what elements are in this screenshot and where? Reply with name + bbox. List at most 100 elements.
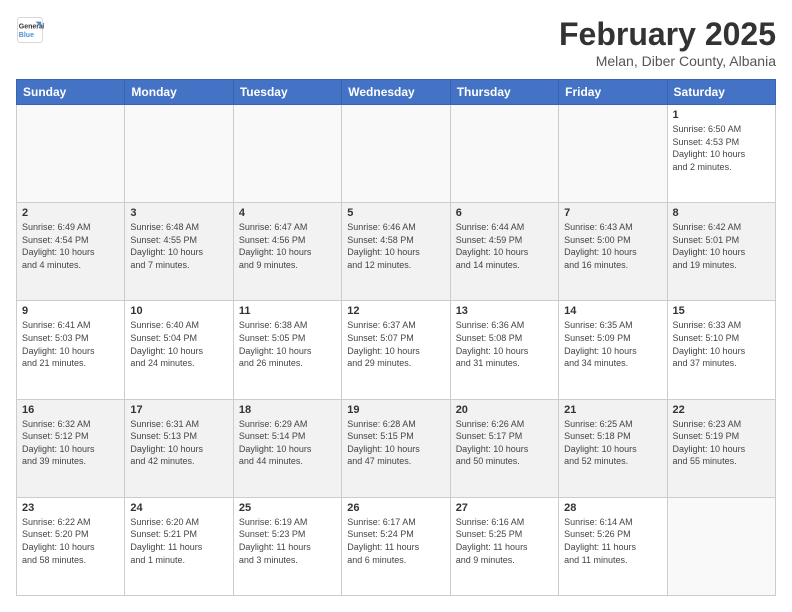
cell-day-number: 17 — [130, 404, 227, 416]
calendar-table: Sunday Monday Tuesday Wednesday Thursday… — [16, 79, 776, 596]
table-row: 22 Sunrise: 6:23 AM Sunset: 5:19 PM Dayli… — [667, 399, 775, 497]
table-row: 3 Sunrise: 6:48 AM Sunset: 4:55 PM Daylig… — [125, 203, 233, 301]
cell-info-text: Sunrise: 6:42 AM Sunset: 5:01 PM Dayligh… — [673, 221, 770, 271]
cell-day-number: 5 — [347, 207, 444, 219]
col-thursday: Thursday — [450, 80, 558, 105]
table-row: 13 Sunrise: 6:36 AM Sunset: 5:08 PM Dayli… — [450, 301, 558, 399]
month-title: February 2025 — [559, 16, 776, 53]
cell-day-number: 6 — [456, 207, 553, 219]
cell-day-number: 15 — [673, 305, 770, 317]
cell-day-number: 18 — [239, 404, 336, 416]
cell-day-number: 28 — [564, 502, 661, 514]
table-row: 26 Sunrise: 6:17 AM Sunset: 5:24 PM Dayli… — [342, 497, 450, 595]
table-row: 15 Sunrise: 6:33 AM Sunset: 5:10 PM Dayli… — [667, 301, 775, 399]
cell-info-text: Sunrise: 6:44 AM Sunset: 4:59 PM Dayligh… — [456, 221, 553, 271]
cell-day-number: 21 — [564, 404, 661, 416]
cell-info-text: Sunrise: 6:46 AM Sunset: 4:58 PM Dayligh… — [347, 221, 444, 271]
cell-info-text: Sunrise: 6:40 AM Sunset: 5:04 PM Dayligh… — [130, 319, 227, 369]
table-row: 11 Sunrise: 6:38 AM Sunset: 5:05 PM Dayli… — [233, 301, 341, 399]
cell-info-text: Sunrise: 6:16 AM Sunset: 5:25 PM Dayligh… — [456, 516, 553, 566]
calendar-week-row: 2 Sunrise: 6:49 AM Sunset: 4:54 PM Daylig… — [17, 203, 776, 301]
cell-day-number: 2 — [22, 207, 119, 219]
table-row: 12 Sunrise: 6:37 AM Sunset: 5:07 PM Dayli… — [342, 301, 450, 399]
table-row — [342, 105, 450, 203]
cell-info-text: Sunrise: 6:28 AM Sunset: 5:15 PM Dayligh… — [347, 418, 444, 468]
table-row: 1 Sunrise: 6:50 AM Sunset: 4:53 PM Daylig… — [667, 105, 775, 203]
calendar-week-row: 23 Sunrise: 6:22 AM Sunset: 5:20 PM Dayli… — [17, 497, 776, 595]
table-row: 5 Sunrise: 6:46 AM Sunset: 4:58 PM Daylig… — [342, 203, 450, 301]
cell-day-number: 14 — [564, 305, 661, 317]
cell-info-text: Sunrise: 6:29 AM Sunset: 5:14 PM Dayligh… — [239, 418, 336, 468]
cell-info-text: Sunrise: 6:14 AM Sunset: 5:26 PM Dayligh… — [564, 516, 661, 566]
cell-day-number: 22 — [673, 404, 770, 416]
cell-info-text: Sunrise: 6:26 AM Sunset: 5:17 PM Dayligh… — [456, 418, 553, 468]
table-row: 18 Sunrise: 6:29 AM Sunset: 5:14 PM Dayli… — [233, 399, 341, 497]
table-row: 24Sunrise: 6:20 AM Sunset: 5:21 PM Dayli… — [125, 497, 233, 595]
table-row: 25 Sunrise: 6:19 AM Sunset: 5:23 PM Dayli… — [233, 497, 341, 595]
cell-info-text: Sunrise: 6:17 AM Sunset: 5:24 PM Dayligh… — [347, 516, 444, 566]
cell-info-text: Sunrise: 6:38 AM Sunset: 5:05 PM Dayligh… — [239, 319, 336, 369]
table-row — [450, 105, 558, 203]
cell-day-number: 9 — [22, 305, 119, 317]
table-row: 27 Sunrise: 6:16 AM Sunset: 5:25 PM Dayli… — [450, 497, 558, 595]
table-row: 2 Sunrise: 6:49 AM Sunset: 4:54 PM Daylig… — [17, 203, 125, 301]
cell-info-text: Sunrise: 6:31 AM Sunset: 5:13 PM Dayligh… — [130, 418, 227, 468]
table-row — [559, 105, 667, 203]
cell-info-text: Sunrise: 6:43 AM Sunset: 5:00 PM Dayligh… — [564, 221, 661, 271]
table-row: 9Sunrise: 6:41 AM Sunset: 5:03 PM Daylig… — [17, 301, 125, 399]
table-row: 28 Sunrise: 6:14 AM Sunset: 5:26 PM Dayli… — [559, 497, 667, 595]
cell-day-number: 4 — [239, 207, 336, 219]
table-row — [667, 497, 775, 595]
cell-info-text: Sunrise: 6:19 AM Sunset: 5:23 PM Dayligh… — [239, 516, 336, 566]
cell-day-number: 3 — [130, 207, 227, 219]
col-tuesday: Tuesday — [233, 80, 341, 105]
col-sunday: Sunday — [17, 80, 125, 105]
table-row: 6 Sunrise: 6:44 AM Sunset: 4:59 PM Daylig… — [450, 203, 558, 301]
cell-day-number: 27 — [456, 502, 553, 514]
table-row: 19Sunrise: 6:28 AM Sunset: 5:15 PM Dayli… — [342, 399, 450, 497]
calendar-week-row: 1 Sunrise: 6:50 AM Sunset: 4:53 PM Daylig… — [17, 105, 776, 203]
cell-info-text: Sunrise: 6:22 AM Sunset: 5:20 PM Dayligh… — [22, 516, 119, 566]
table-row — [125, 105, 233, 203]
table-row: 8 Sunrise: 6:42 AM Sunset: 5:01 PM Daylig… — [667, 203, 775, 301]
cell-info-text: Sunrise: 6:50 AM Sunset: 4:53 PM Dayligh… — [673, 123, 770, 173]
logo-icon: General Blue — [16, 16, 44, 44]
table-row: 7 Sunrise: 6:43 AM Sunset: 5:00 PM Daylig… — [559, 203, 667, 301]
cell-day-number: 11 — [239, 305, 336, 317]
cell-day-number: 23 — [22, 502, 119, 514]
table-row — [17, 105, 125, 203]
table-row: 23 Sunrise: 6:22 AM Sunset: 5:20 PM Dayli… — [17, 497, 125, 595]
cell-day-number: 26 — [347, 502, 444, 514]
calendar-week-row: 16 Sunrise: 6:32 AM Sunset: 5:12 PM Dayli… — [17, 399, 776, 497]
col-monday: Monday — [125, 80, 233, 105]
cell-day-number: 13 — [456, 305, 553, 317]
col-friday: Friday — [559, 80, 667, 105]
cell-info-text: Sunrise: 6:32 AM Sunset: 5:12 PM Dayligh… — [22, 418, 119, 468]
cell-info-text: Sunrise: 6:23 AM Sunset: 5:19 PM Dayligh… — [673, 418, 770, 468]
title-block: February 2025 Melan, Diber County, Alban… — [559, 16, 776, 69]
cell-info-text: Sunrise: 6:48 AM Sunset: 4:55 PM Dayligh… — [130, 221, 227, 271]
table-row: 14 Sunrise: 6:35 AM Sunset: 5:09 PM Dayli… — [559, 301, 667, 399]
cell-day-number: 1 — [673, 109, 770, 121]
logo: General Blue — [16, 16, 44, 44]
svg-text:Blue: Blue — [19, 32, 34, 39]
table-row: 16 Sunrise: 6:32 AM Sunset: 5:12 PM Dayli… — [17, 399, 125, 497]
cell-info-text: Sunrise: 6:37 AM Sunset: 5:07 PM Dayligh… — [347, 319, 444, 369]
table-row — [233, 105, 341, 203]
table-row: 21 Sunrise: 6:25 AM Sunset: 5:18 PM Dayli… — [559, 399, 667, 497]
cell-info-text: Sunrise: 6:33 AM Sunset: 5:10 PM Dayligh… — [673, 319, 770, 369]
cell-day-number: 7 — [564, 207, 661, 219]
cell-info-text: Sunrise: 6:35 AM Sunset: 5:09 PM Dayligh… — [564, 319, 661, 369]
cell-info-text: Sunrise: 6:49 AM Sunset: 4:54 PM Dayligh… — [22, 221, 119, 271]
cell-day-number: 16 — [22, 404, 119, 416]
cell-day-number: 12 — [347, 305, 444, 317]
table-row: 20Sunrise: 6:26 AM Sunset: 5:17 PM Dayli… — [450, 399, 558, 497]
page: General Blue February 2025 Melan, Diber … — [0, 0, 792, 612]
cell-info-text: Sunrise: 6:25 AM Sunset: 5:18 PM Dayligh… — [564, 418, 661, 468]
cell-day-number: 25 — [239, 502, 336, 514]
cell-day-number: 8 — [673, 207, 770, 219]
table-row: 4Sunrise: 6:47 AM Sunset: 4:56 PM Daylig… — [233, 203, 341, 301]
cell-info-text: Sunrise: 6:36 AM Sunset: 5:08 PM Dayligh… — [456, 319, 553, 369]
location: Melan, Diber County, Albania — [559, 53, 776, 69]
header: General Blue February 2025 Melan, Diber … — [16, 16, 776, 69]
